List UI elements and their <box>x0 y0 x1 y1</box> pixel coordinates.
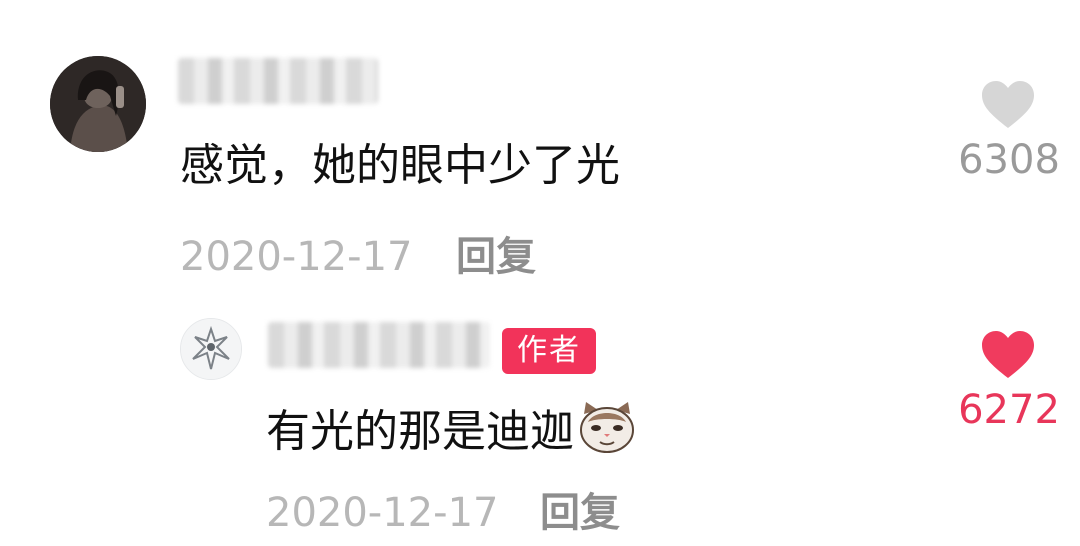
reply-text: 有光的那是迪迦 <box>266 406 574 457</box>
heart-filled-icon <box>982 331 1034 378</box>
like-button-liked[interactable] <box>980 330 1036 384</box>
reply-date: 2020-12-17 <box>266 490 499 536</box>
heart-icon <box>982 81 1034 128</box>
author-badge: 作者 <box>502 328 596 374</box>
like-count: 6308 <box>958 137 1060 183</box>
avatar-photo-icon <box>50 56 146 152</box>
like-count: 6272 <box>958 387 1060 433</box>
cat-face-emoji-icon <box>580 402 634 453</box>
reply-button[interactable]: 回复 <box>456 232 536 282</box>
avatar-figure-icon <box>181 319 241 379</box>
comment-date: 2020-12-17 <box>180 234 413 280</box>
reply-text-row: 有光的那是迪迦 <box>266 400 636 460</box>
like-button[interactable] <box>980 80 1036 134</box>
reply-button[interactable]: 回复 <box>540 488 620 538</box>
comment-text: 感觉，她的眼中少了光 <box>180 140 620 191</box>
avatar-commenter[interactable] <box>50 56 146 152</box>
author-username[interactable] <box>268 322 490 368</box>
commenter-username[interactable] <box>178 58 378 104</box>
avatar-author[interactable] <box>180 318 242 380</box>
